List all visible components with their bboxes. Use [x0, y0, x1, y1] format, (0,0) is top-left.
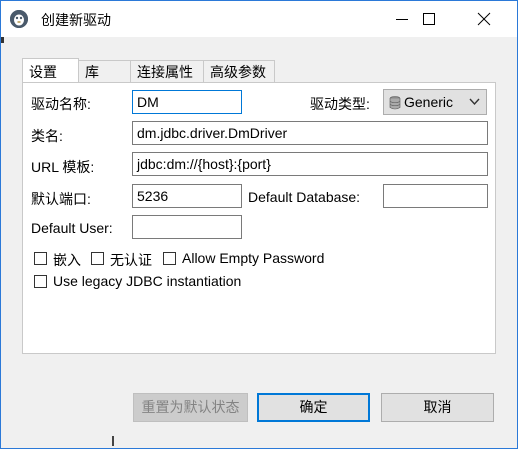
default-database-label: Default Database:	[248, 189, 361, 205]
window-title: 创建新驱动	[41, 12, 111, 28]
driver-type-select[interactable]: Generic	[383, 89, 487, 115]
url-template-input[interactable]: jdbc:dm://{host}:{port}	[132, 152, 488, 176]
allow-empty-password-checkbox[interactable]	[163, 252, 176, 265]
tab-label: 连接属性	[137, 64, 193, 80]
allow-empty-password-label: Allow Empty Password	[182, 250, 325, 266]
reset-defaults-button[interactable]: 重置为默认状态	[133, 393, 248, 422]
cancel-button[interactable]: 取消	[381, 393, 494, 422]
driver-name-label: 驱动名称:	[31, 96, 91, 112]
tab-advanced-parameters[interactable]: 高级参数	[203, 60, 275, 82]
class-name-label: 类名:	[31, 128, 63, 144]
ok-button[interactable]: 确定	[257, 393, 370, 422]
close-button[interactable]	[461, 1, 507, 37]
no-auth-checkbox[interactable]	[91, 252, 104, 265]
app-icon	[10, 10, 28, 28]
tab-label: 高级参数	[210, 64, 266, 80]
class-name-input[interactable]: dm.jdbc.driver.DmDriver	[132, 121, 488, 145]
default-user-input[interactable]	[132, 215, 242, 239]
default-user-label: Default User:	[31, 220, 113, 236]
tab-connection-properties[interactable]: 连接属性	[130, 60, 204, 82]
embedded-label: 嵌入	[53, 252, 81, 268]
embedded-checkbox[interactable]	[34, 252, 47, 265]
title-bar[interactable]: 创建新驱动	[1, 1, 517, 37]
database-icon	[389, 96, 401, 110]
no-auth-label: 无认证	[110, 252, 152, 268]
maximize-button[interactable]	[406, 1, 452, 37]
chevron-down-icon	[469, 98, 480, 106]
default-port-label: 默认端口:	[31, 191, 91, 207]
url-template-label: URL 模板:	[31, 159, 95, 175]
close-icon	[477, 12, 491, 26]
tab-label: 库	[85, 64, 99, 80]
driver-type-value: Generic	[404, 94, 454, 110]
driver-type-label: 驱动类型:	[310, 96, 370, 112]
background-window-edge	[112, 436, 114, 446]
legacy-jdbc-label: Use legacy JDBC instantiation	[53, 273, 242, 289]
tab-label: 设置	[29, 64, 57, 80]
driver-name-input[interactable]: DM	[132, 90, 242, 114]
tab-settings[interactable]: 设置	[22, 58, 79, 82]
maximize-icon	[423, 13, 435, 25]
default-database-input[interactable]	[383, 184, 488, 208]
tab-libraries[interactable]: 库	[78, 60, 131, 82]
legacy-jdbc-checkbox[interactable]	[34, 275, 47, 288]
default-port-input[interactable]: 5236	[132, 184, 242, 208]
